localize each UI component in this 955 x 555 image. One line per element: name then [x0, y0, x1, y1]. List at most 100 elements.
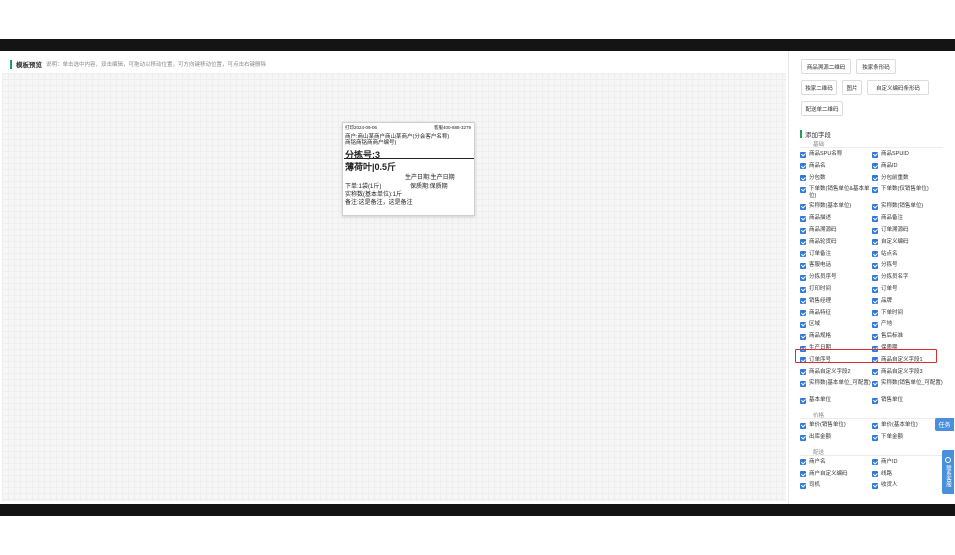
checkbox-checked-icon[interactable] — [800, 262, 806, 269]
checkbox-checked-icon[interactable] — [872, 369, 878, 376]
exclusive-qrcode-button[interactable]: 独家二维码 — [801, 80, 837, 95]
checkbox-checked-icon[interactable] — [872, 251, 878, 258]
checkbox-checked-icon[interactable] — [872, 380, 878, 387]
field-option[interactable]: 出库金额 — [800, 434, 872, 441]
field-option[interactable]: 司机 — [800, 482, 872, 489]
field-option[interactable]: 实称数(销售单位) — [872, 203, 944, 210]
label-shelf-life[interactable]: 保质期:保质期 — [410, 181, 448, 190]
field-option[interactable]: 打印时间 — [800, 286, 872, 293]
checkbox-checked-icon[interactable] — [872, 459, 878, 466]
field-option[interactable]: 订单号 — [872, 286, 944, 293]
checkbox-checked-icon[interactable] — [800, 471, 806, 478]
field-option[interactable]: 分拣号 — [872, 262, 944, 269]
field-option[interactable]: 商品自定义字段3 — [872, 369, 944, 376]
checkbox-checked-icon[interactable] — [800, 380, 806, 387]
checkbox-checked-icon[interactable] — [800, 369, 806, 376]
label-service-phone[interactable]: 客服400-888-3279 — [434, 125, 471, 131]
field-option[interactable]: 销售单位 — [872, 397, 944, 404]
image-button[interactable]: 图片 — [842, 80, 862, 95]
checkbox-checked-icon[interactable] — [800, 151, 806, 158]
checkbox-checked-icon[interactable] — [872, 434, 878, 441]
label-divider[interactable] — [344, 158, 474, 159]
label-print-time[interactable]: 打印2024-09-06 — [345, 125, 377, 131]
field-option[interactable]: 下单数(销售单位&基本单位) — [800, 186, 872, 200]
field-option[interactable]: 单价(销售单位) — [800, 422, 872, 429]
field-option[interactable]: 下单数(仅销售单位) — [872, 186, 944, 193]
field-option[interactable]: 基本单位 — [800, 397, 872, 404]
checkbox-checked-icon[interactable] — [800, 434, 806, 441]
checkbox-checked-icon[interactable] — [872, 482, 878, 489]
checkbox-checked-icon[interactable] — [800, 175, 806, 182]
field-option[interactable]: 实称数(基本单位_可配置) — [800, 380, 872, 387]
checkbox-checked-icon[interactable] — [800, 459, 806, 466]
field-option[interactable]: 分拣员序号 — [800, 274, 872, 281]
field-option[interactable]: 客服电话 — [800, 262, 872, 269]
field-option[interactable]: 站点名 — [872, 251, 944, 258]
checkbox-checked-icon[interactable] — [872, 239, 878, 246]
field-option[interactable]: 商品自定义字段2 — [800, 369, 872, 376]
customer-service-button[interactable]: 联系客服 — [942, 450, 954, 494]
checkbox-checked-icon[interactable] — [872, 175, 878, 182]
checkbox-checked-icon[interactable] — [800, 251, 806, 258]
field-option[interactable]: 商品SPU名称 — [800, 151, 872, 158]
checkbox-checked-icon[interactable] — [872, 321, 878, 328]
field-option[interactable]: 商户自定义编码 — [800, 471, 872, 478]
checkbox-checked-icon[interactable] — [872, 215, 878, 222]
field-option[interactable]: 线路 — [872, 471, 944, 478]
checkbox-checked-icon[interactable] — [800, 397, 806, 404]
checkbox-checked-icon[interactable] — [872, 286, 878, 293]
field-option[interactable]: 下单时间 — [872, 310, 944, 317]
field-option[interactable]: 商品名 — [800, 163, 872, 170]
field-option[interactable]: 订单溯源码 — [872, 227, 944, 234]
field-option[interactable]: 分包数 — [800, 175, 872, 182]
field-option[interactable]: 商户名 — [800, 459, 872, 466]
field-option[interactable]: 分包前重数 — [872, 175, 944, 182]
field-option[interactable]: 商品规格 — [800, 333, 872, 340]
checkbox-checked-icon[interactable] — [800, 321, 806, 328]
checkbox-checked-icon[interactable] — [800, 422, 806, 429]
field-option[interactable]: 商品SPUID — [872, 151, 944, 158]
preview-canvas[interactable]: 打印2024-09-06 客服400-888-3279 商户:商山某商户商山某商… — [2, 73, 786, 501]
field-option[interactable]: 商品描述 — [800, 215, 872, 222]
checkbox-checked-icon[interactable] — [800, 239, 806, 246]
checkbox-checked-icon[interactable] — [800, 298, 806, 305]
field-option[interactable]: 售后标准 — [872, 333, 944, 340]
checkbox-checked-icon[interactable] — [872, 333, 878, 340]
checkbox-checked-icon[interactable] — [872, 203, 878, 210]
field-option[interactable]: 商户ID — [872, 459, 944, 466]
checkbox-checked-icon[interactable] — [800, 163, 806, 170]
checkbox-checked-icon[interactable] — [872, 163, 878, 170]
checkbox-checked-icon[interactable] — [800, 310, 806, 317]
field-option[interactable]: 产地 — [872, 321, 944, 328]
label-note[interactable]: 备注:这是备注，这是备注 — [345, 197, 413, 206]
field-option[interactable]: 实称数(基本单位) — [800, 203, 872, 210]
field-option[interactable]: 销售经理 — [800, 298, 872, 305]
checkbox-checked-icon[interactable] — [872, 298, 878, 305]
field-option[interactable]: 自定义编码 — [872, 239, 944, 246]
field-option[interactable]: 分拣员名字 — [872, 274, 944, 281]
checkbox-checked-icon[interactable] — [800, 482, 806, 489]
trace-qrcode-button[interactable]: 商品溯源二维码 — [801, 59, 851, 74]
checkbox-checked-icon[interactable] — [872, 186, 878, 193]
field-option[interactable]: 商品特征 — [800, 310, 872, 317]
field-option[interactable]: 实称数(销售单位_可配置) — [872, 380, 944, 387]
task-button[interactable]: 任务 — [935, 418, 954, 431]
checkbox-checked-icon[interactable] — [800, 333, 806, 340]
field-option[interactable]: 商品ID — [872, 163, 944, 170]
custom-code-barcode-button[interactable]: 自定义编码条形码 — [867, 80, 929, 95]
delivery-qrcode-button[interactable]: 配送单二维码 — [801, 101, 843, 116]
checkbox-checked-icon[interactable] — [800, 286, 806, 293]
label-merchant-code[interactable]: 商铭商铭商商户编号) — [345, 138, 396, 146]
field-option[interactable]: 收货人 — [872, 482, 944, 489]
exclusive-barcode-button[interactable]: 独家条形码 — [856, 59, 896, 74]
checkbox-checked-icon[interactable] — [800, 215, 806, 222]
checkbox-checked-icon[interactable] — [872, 227, 878, 234]
checkbox-checked-icon[interactable] — [872, 310, 878, 317]
checkbox-checked-icon[interactable] — [872, 471, 878, 478]
checkbox-checked-icon[interactable] — [872, 422, 878, 429]
label-product[interactable]: 薄荷叶|0.5斤 — [345, 160, 396, 173]
field-option[interactable]: 品牌 — [872, 298, 944, 305]
field-option[interactable]: 区域 — [800, 321, 872, 328]
field-option[interactable]: 单价(基本单位) — [872, 422, 944, 429]
checkbox-checked-icon[interactable] — [872, 397, 878, 404]
